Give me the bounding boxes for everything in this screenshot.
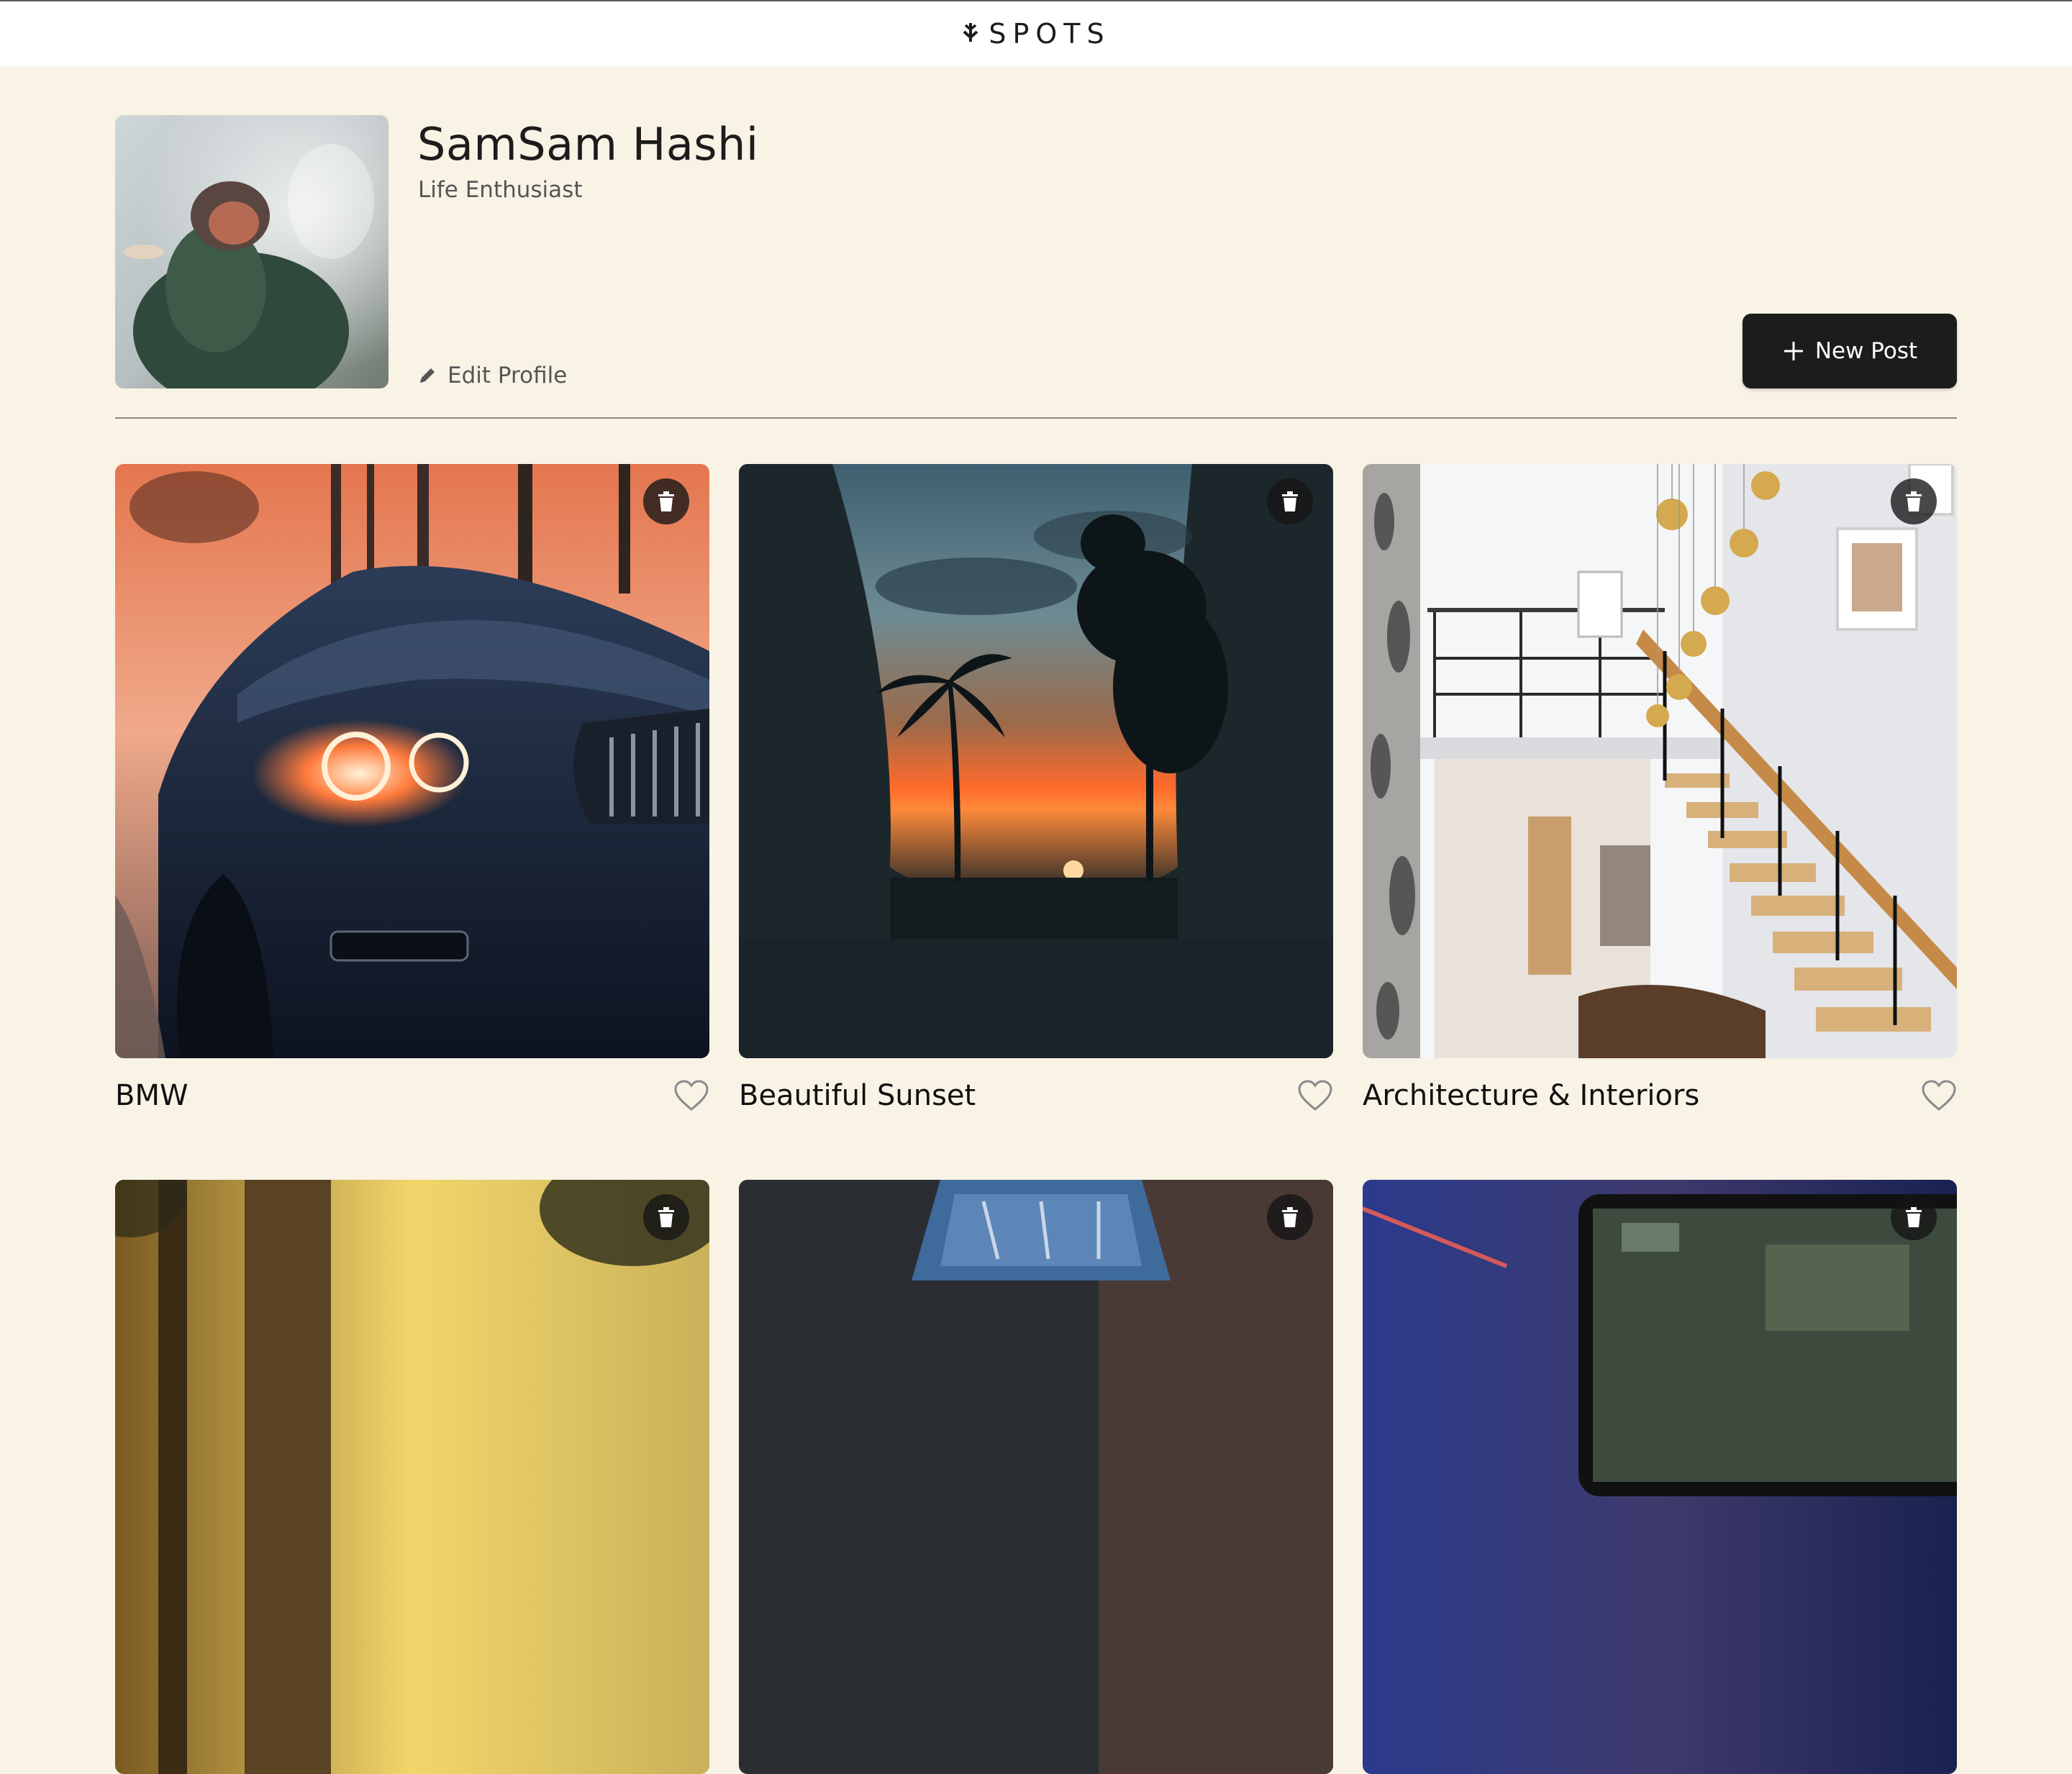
logo-text: SPOTS [989,18,1111,50]
post-card: BMW [115,464,709,1112]
logo[interactable]: SPOTS [961,18,1110,50]
new-post-button[interactable]: New Post [1742,314,1957,388]
profile-tagline: Life Enthusiast [418,177,583,203]
post-title: BMW [115,1079,188,1112]
trash-icon [658,1207,674,1227]
post-card [1363,1180,1957,1774]
down-arrow-icon [963,23,978,42]
post-image[interactable] [739,464,1333,1058]
profile-name: SamSam Hashi [417,118,759,170]
delete-post-button[interactable] [1891,1194,1937,1240]
profile-section: SamSam Hashi Life Enthusiast Edit Profil… [115,115,1957,388]
trash-icon [1282,491,1298,511]
post-image[interactable] [115,464,709,1058]
post-card [739,1180,1333,1774]
delete-post-button[interactable] [1267,478,1313,524]
post-caption: Architecture & Interiors [1363,1074,1957,1117]
delete-post-button[interactable] [643,478,689,524]
delete-post-button[interactable] [643,1194,689,1240]
post-image[interactable] [1363,1180,1957,1774]
trash-icon [1906,1207,1922,1227]
pencil-icon [420,368,435,383]
post-image[interactable] [1363,464,1957,1058]
top-bar: SPOTS [0,0,2072,66]
delete-post-button[interactable] [1267,1194,1313,1240]
section-divider [115,417,1957,419]
post-card: Beautiful Sunset [739,464,1333,1112]
post-image[interactable] [739,1180,1333,1774]
new-post-label: New Post [1814,338,1918,364]
post-card [115,1180,709,1774]
post-image[interactable] [115,1180,709,1774]
post-title: Beautiful Sunset [739,1079,976,1112]
heart-icon[interactable] [673,1079,709,1112]
heart-icon[interactable] [1921,1079,1957,1112]
delete-post-button[interactable] [1891,478,1937,524]
heart-icon[interactable] [1297,1079,1333,1112]
post-title: Architecture & Interiors [1363,1079,1700,1112]
edit-profile-label: Edit Profile [447,363,568,388]
avatar [115,115,388,388]
trash-icon [658,491,674,511]
trash-icon [1906,491,1922,511]
post-caption: BMW [115,1074,709,1117]
post-card: Architecture & Interiors [1363,464,1957,1112]
trash-icon [1282,1207,1298,1227]
edit-profile-button[interactable]: Edit Profile [417,363,567,388]
plus-icon [1784,342,1803,360]
post-caption: Beautiful Sunset [739,1074,1333,1117]
